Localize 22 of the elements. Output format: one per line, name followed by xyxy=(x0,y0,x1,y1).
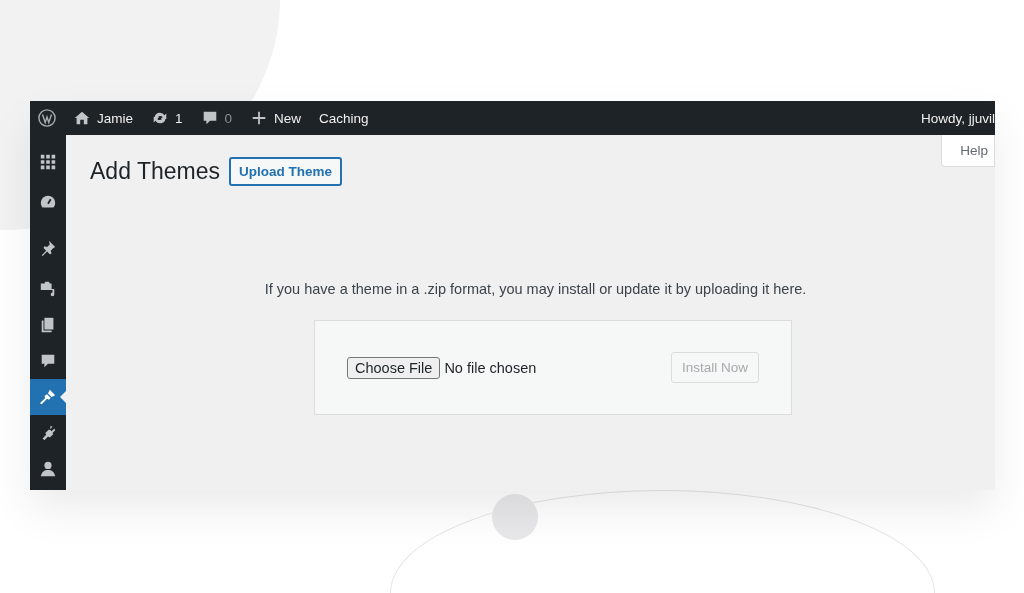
pushpin-icon xyxy=(39,239,57,257)
home-icon xyxy=(73,109,91,127)
speech-bubble-icon xyxy=(39,352,57,370)
account-greeting[interactable]: Howdy, jjuvil xyxy=(920,110,995,126)
upload-theme-button[interactable]: Upload Theme xyxy=(229,157,342,186)
paintbrush-icon xyxy=(39,388,57,406)
background-dot xyxy=(492,494,538,540)
new-menu[interactable]: New xyxy=(241,101,311,135)
page-title: Add Themes xyxy=(90,158,220,185)
updates-menu[interactable]: 1 xyxy=(142,101,192,135)
admin-bar-link[interactable]: Caching xyxy=(310,101,378,135)
grid-icon xyxy=(39,153,57,171)
home-menu[interactable]: Jamie xyxy=(64,101,142,135)
sidebar-item[interactable] xyxy=(30,379,66,415)
comments-menu[interactable]: 0 xyxy=(191,101,242,135)
choose-file-button[interactable]: Choose File xyxy=(347,356,441,379)
camera-music-icon xyxy=(39,280,57,298)
wordpress-logo-icon xyxy=(38,108,56,128)
help-tab[interactable]: Help xyxy=(941,135,995,167)
upload-description: If you have a theme in a .zip format, you may install or update it by uploading it here. xyxy=(263,281,808,297)
file-status: No file chosen xyxy=(444,359,537,376)
user-icon xyxy=(39,460,57,478)
